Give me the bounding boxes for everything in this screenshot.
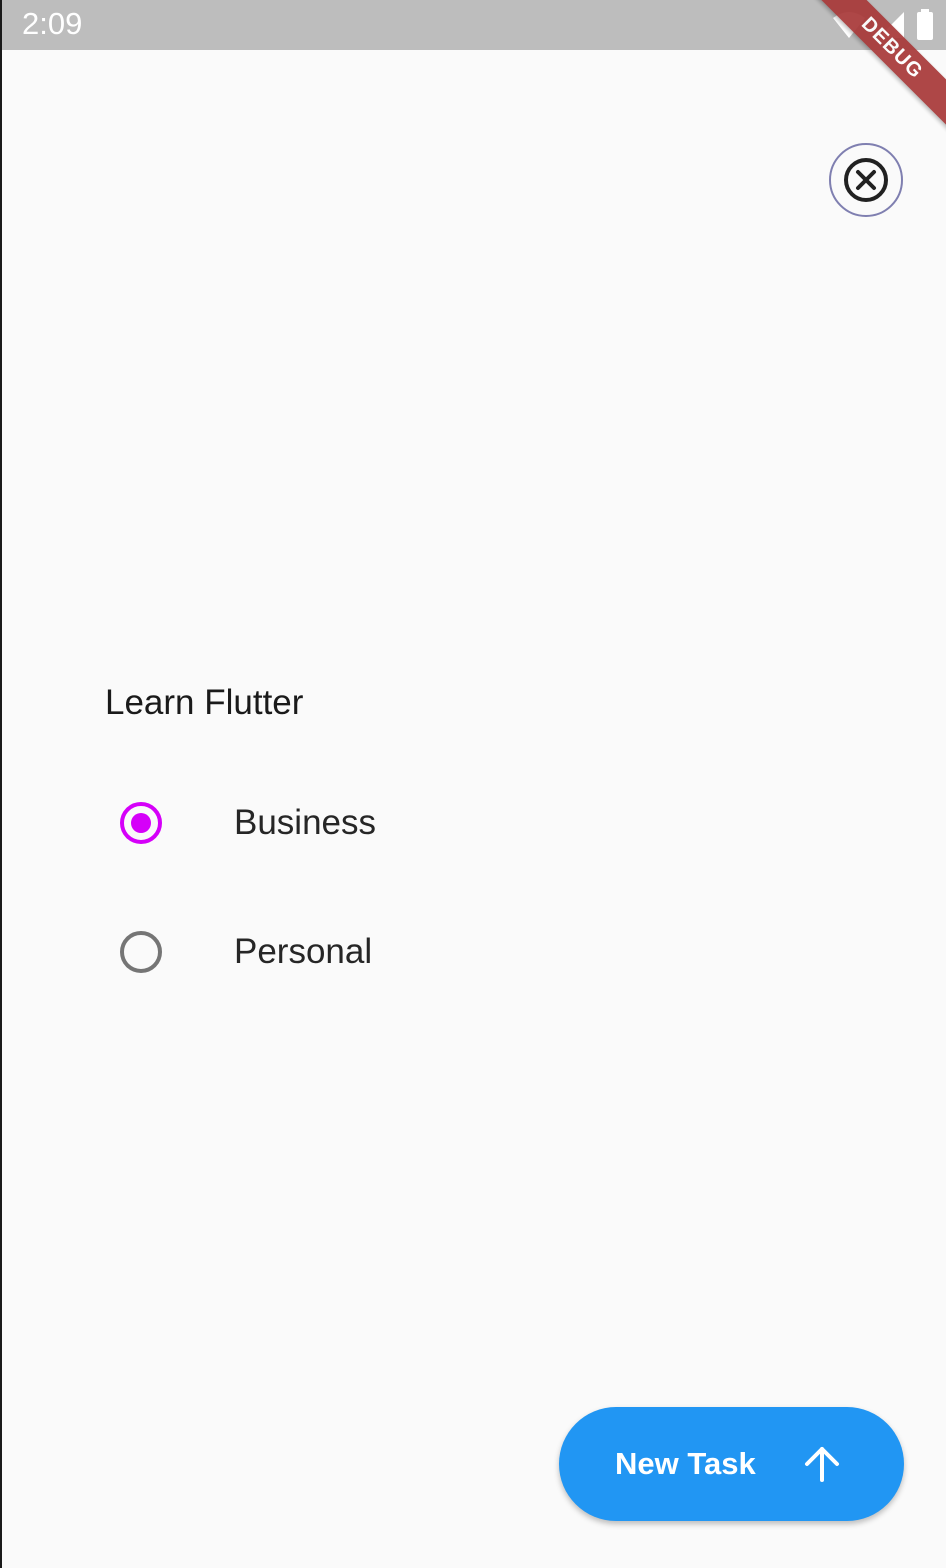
radio-dot (131, 813, 151, 833)
new-task-label: New Task (615, 1446, 756, 1481)
status-time: 2:09 (22, 6, 83, 41)
close-button[interactable] (829, 143, 903, 217)
battery-icon (917, 9, 933, 40)
radio-label-business: Business (234, 803, 377, 842)
new-task-button[interactable]: New Task (559, 1407, 904, 1521)
screen: 2:09 DEBUG Learn Flutter Business Person… (0, 0, 946, 1568)
status-bar: 2:09 (2, 0, 946, 50)
radio-button-selected[interactable] (120, 802, 162, 844)
arrow-up-icon (804, 1447, 839, 1482)
radio-button-unselected[interactable] (120, 931, 162, 973)
radio-option-business[interactable]: Business (102, 783, 602, 863)
radio-option-personal[interactable]: Personal (102, 912, 602, 992)
close-circle-icon (844, 158, 888, 202)
radio-label-personal: Personal (234, 932, 373, 971)
task-title: Learn Flutter (105, 683, 304, 722)
signal-icon (878, 12, 904, 38)
wifi-icon (833, 12, 865, 38)
status-icons (832, 9, 934, 41)
